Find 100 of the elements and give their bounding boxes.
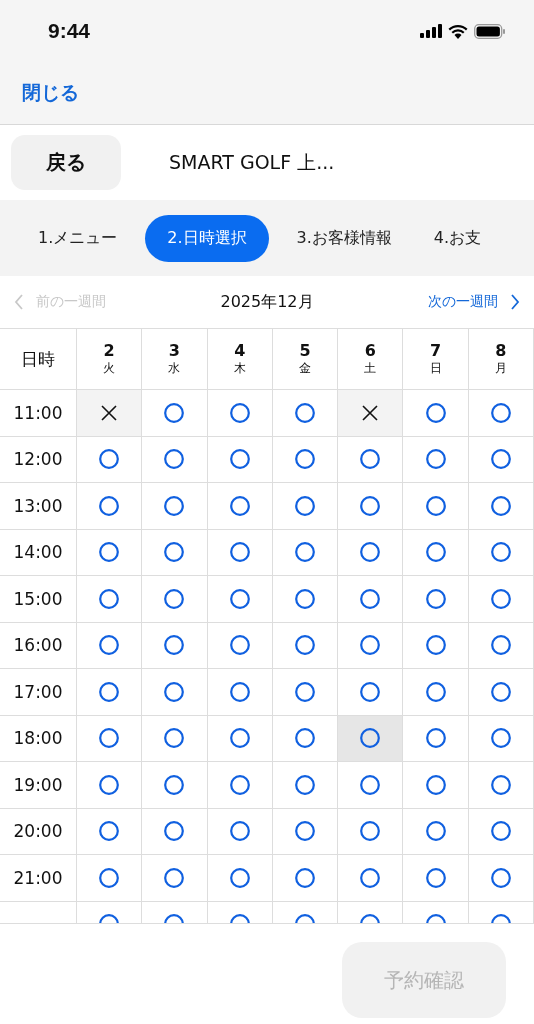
slot-cell[interactable] [207,390,273,437]
slot-cell[interactable] [272,669,339,716]
slot-cell[interactable] [207,855,273,902]
slot-cell[interactable] [468,855,534,902]
circle-icon [229,635,250,656]
circle-icon [360,495,381,516]
slot-cell[interactable] [207,808,273,855]
circle-icon [295,867,315,888]
circle-icon [229,728,250,749]
slot-cell[interactable] [207,669,273,716]
slot-cell[interactable] [403,390,469,437]
circle-icon [229,821,250,842]
slot-cell[interactable] [142,622,208,669]
slot-cell[interactable] [272,576,339,623]
slot-cell[interactable] [403,808,469,855]
slot-cell[interactable] [272,483,339,530]
slot-cell[interactable] [77,390,143,437]
slot-cell[interactable] [142,483,208,530]
slot-cell[interactable] [468,669,534,716]
slot-cell[interactable] [468,576,534,623]
slot-cell[interactable] [468,390,534,437]
day-date: 5 [299,341,311,360]
weekday-label: 月 [494,360,507,377]
slot-cell[interactable] [468,622,534,669]
slot-cell[interactable] [468,762,534,809]
slot-cell[interactable] [142,715,208,762]
step-tab[interactable]: 4.お支 [419,214,496,262]
slot-cell[interactable] [403,715,469,762]
step-tab[interactable]: 1.メニュー [24,214,132,262]
slot-cell[interactable] [338,483,404,530]
close-link[interactable]: 閉じる [22,80,79,106]
slot-cell[interactable] [272,529,339,576]
circle-icon [99,867,120,888]
slot-cell[interactable] [468,483,534,530]
slot-cell[interactable] [142,855,208,902]
slot-cell[interactable] [142,390,208,437]
slot-cell[interactable] [403,529,469,576]
slot-cell[interactable] [403,483,469,530]
slot-cell[interactable] [272,622,339,669]
slot-cell[interactable] [142,436,208,483]
slot-cell[interactable] [207,622,273,669]
slot-cell[interactable] [338,669,404,716]
slot-cell[interactable] [338,715,404,762]
slot-cell[interactable] [77,715,143,762]
slot-cell[interactable] [207,483,273,530]
slot-cell[interactable] [468,715,534,762]
circle-icon [360,728,381,749]
slot-cell[interactable] [338,762,404,809]
slot-cell[interactable] [207,576,273,623]
circle-icon [164,635,185,656]
slot-cell[interactable] [207,529,273,576]
slot-cell[interactable] [338,436,404,483]
slot-cell[interactable] [207,762,273,809]
slot-cell[interactable] [272,808,339,855]
circle-icon [425,681,446,702]
slot-cell[interactable] [338,808,404,855]
slot-cell[interactable] [77,436,143,483]
slot-cell[interactable] [338,390,404,437]
slot-cell[interactable] [403,622,469,669]
slot-cell[interactable] [207,436,273,483]
time-cell: 12:00 [0,436,77,483]
circle-icon [164,774,185,795]
slot-cell[interactable] [77,622,143,669]
slot-cell[interactable] [77,483,143,530]
circle-icon [425,867,446,888]
slot-cell[interactable] [142,576,208,623]
slot-cell[interactable] [403,669,469,716]
slot-cell[interactable] [77,576,143,623]
slot-cell[interactable] [142,808,208,855]
slot-cell[interactable] [403,576,469,623]
day-date: 4 [234,341,246,360]
next-week-button[interactable]: 次の一週間 [428,293,520,311]
slot-cell[interactable] [338,622,404,669]
slot-cell[interactable] [77,669,143,716]
slot-cell[interactable] [338,576,404,623]
slot-cell[interactable] [207,715,273,762]
slot-cell[interactable] [403,762,469,809]
slot-cell[interactable] [77,529,143,576]
slot-cell[interactable] [142,529,208,576]
slot-cell[interactable] [77,855,143,902]
circle-icon [490,821,511,842]
step-tab[interactable]: 2.日時選択 [145,214,269,262]
slot-cell[interactable] [338,529,404,576]
weekday-label: 木 [233,360,246,377]
slot-cell[interactable] [468,436,534,483]
slot-cell[interactable] [77,808,143,855]
slot-cell[interactable] [403,436,469,483]
slot-cell[interactable] [272,762,339,809]
time-cell: 13:00 [0,483,77,530]
slot-cell[interactable] [338,855,404,902]
slot-cell[interactable] [403,855,469,902]
slot-cell[interactable] [468,808,534,855]
slot-cell[interactable] [77,762,143,809]
step-tab[interactable]: 3.お客様情報 [282,214,406,262]
back-button[interactable]: 戻る [11,135,121,190]
slot-cell[interactable] [468,529,534,576]
slot-cell[interactable] [142,762,208,809]
slot-cell[interactable] [272,436,339,483]
slot-cell[interactable] [272,855,339,902]
slot-cell[interactable] [142,669,208,716]
